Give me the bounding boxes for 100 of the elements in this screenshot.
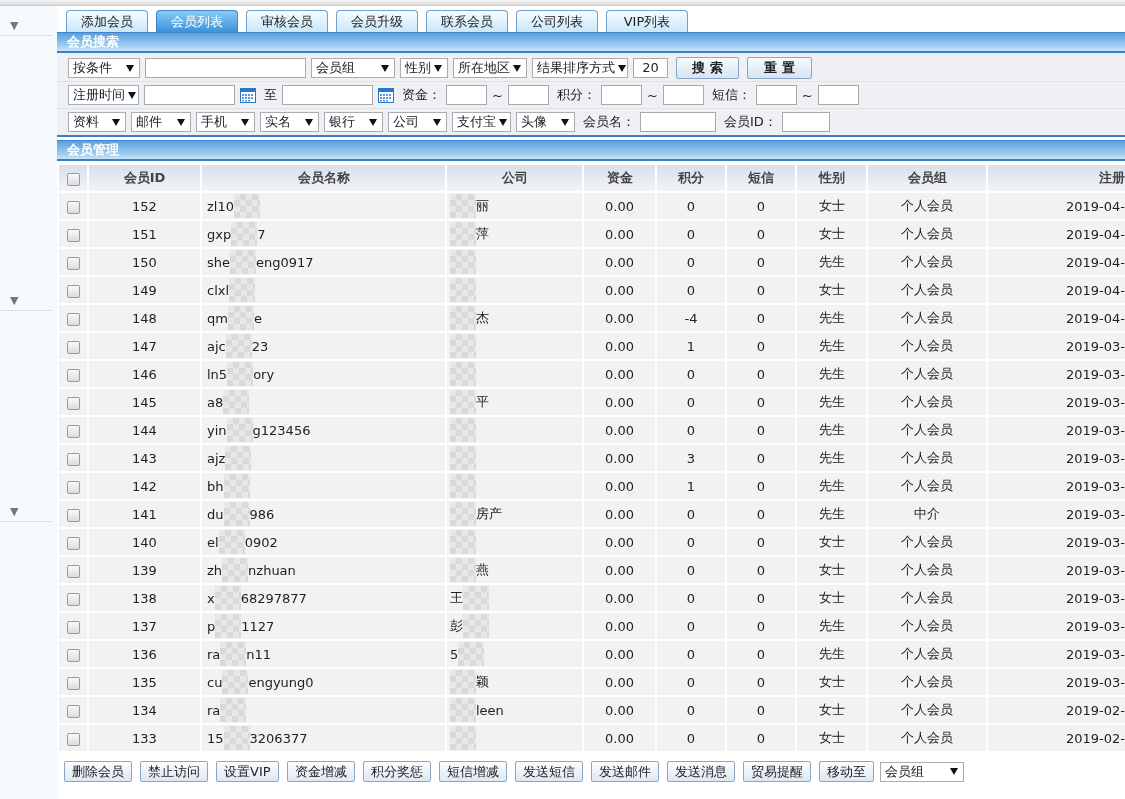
member-name-text: 3206377 [249, 730, 308, 746]
row-checkbox[interactable] [66, 732, 80, 746]
input-field[interactable] [755, 85, 797, 105]
member-name-text: ln5 [207, 366, 228, 382]
table-cell: 0 [726, 360, 796, 388]
row-checkbox[interactable] [66, 592, 80, 606]
form-button[interactable]: 重 置 [747, 57, 812, 79]
action-button[interactable]: 删除会员 [64, 761, 132, 782]
tab[interactable]: 联系会员 [426, 10, 508, 32]
form-button[interactable]: 搜 索 [676, 57, 739, 79]
row-checkbox[interactable] [66, 704, 80, 718]
row-checkbox[interactable] [66, 284, 80, 298]
member-name-text: e [253, 310, 262, 326]
dropdown-select[interactable]: 银行 [324, 112, 383, 132]
action-button[interactable]: 资金增减 [286, 761, 355, 782]
input-field[interactable] [507, 85, 549, 105]
dropdown-select[interactable]: 按条件 [68, 58, 140, 78]
column-header: 资金 [583, 164, 656, 192]
dropdown-select[interactable]: 实名 [260, 112, 319, 132]
action-button[interactable]: 积分奖惩 [362, 761, 431, 782]
dropdown-select[interactable]: 公司 [388, 112, 447, 132]
table-cell: 0.00 [583, 612, 656, 640]
action-button[interactable]: 发送消息 [666, 761, 735, 782]
row-checkbox[interactable] [66, 396, 80, 410]
select-all-checkbox[interactable] [66, 172, 80, 186]
caret-icon [112, 118, 120, 126]
input-field[interactable] [817, 85, 859, 105]
row-checkbox[interactable] [66, 256, 80, 270]
row-checkbox[interactable] [66, 200, 80, 214]
action-button[interactable]: 设置VIP [216, 761, 279, 782]
dropdown-select[interactable]: 性别 [400, 58, 448, 78]
row-checkbox[interactable] [66, 228, 80, 242]
company-text: 房产 [476, 506, 502, 521]
table-cell: 148 [88, 304, 201, 332]
company-text: 平 [476, 394, 489, 409]
tab[interactable]: 会员升级 [336, 10, 418, 32]
row-checkbox[interactable] [66, 508, 80, 522]
row-checkbox[interactable] [66, 424, 80, 438]
table-cell: 140 [88, 528, 201, 556]
row-checkbox[interactable] [66, 564, 80, 578]
column-header: 会员ID [88, 164, 201, 192]
dropdown-select[interactable]: 注册时间 [68, 85, 139, 105]
dropdown-select[interactable]: 会员组 [879, 761, 964, 782]
row-checkbox[interactable] [66, 340, 80, 354]
dropdown-select[interactable]: 支付宝 [452, 112, 511, 132]
calendar-icon[interactable] [240, 87, 256, 103]
input-field[interactable]: 20 [633, 58, 668, 78]
row-checkbox[interactable] [66, 536, 80, 550]
caret-icon[interactable]: ▼ [10, 19, 19, 32]
table-cell: 0 [656, 360, 726, 388]
action-button[interactable]: 移动至 [818, 761, 874, 782]
row-checkbox[interactable] [66, 620, 80, 634]
input-field[interactable] [600, 85, 642, 105]
action-button[interactable]: 发送邮件 [590, 761, 659, 782]
input-field[interactable] [145, 58, 306, 78]
row-checkbox[interactable] [66, 452, 80, 466]
input-field[interactable] [446, 85, 487, 105]
dropdown-select[interactable]: 资料 [68, 112, 126, 132]
row-checkbox[interactable] [66, 480, 80, 494]
table-cell: 0 [726, 472, 796, 500]
input-field[interactable] [662, 85, 704, 105]
action-button[interactable]: 短信增减 [438, 761, 507, 782]
table-cell: 0 [656, 696, 726, 724]
dropdown-select[interactable]: 结果排序方式 [532, 58, 628, 78]
dropdown-select[interactable]: 邮件 [131, 112, 191, 132]
table-cell: 0 [656, 528, 726, 556]
row-checkbox[interactable] [66, 648, 80, 662]
mosaic-block [450, 530, 476, 554]
input-field[interactable] [781, 112, 830, 132]
table-cell: 个人会员 [867, 360, 987, 388]
table-cell: 1 [656, 472, 726, 500]
dropdown-select[interactable]: 所在地区 [453, 58, 527, 78]
row-checkbox[interactable] [66, 368, 80, 382]
mosaic-block [234, 194, 260, 218]
input-field[interactable] [640, 112, 716, 132]
row-checkbox[interactable] [66, 312, 80, 326]
caret-icon[interactable]: ▼ [10, 505, 19, 518]
dropdown-select[interactable]: 头像 [516, 112, 575, 132]
caret-icon [433, 118, 441, 126]
tab[interactable]: 添加会员 [66, 10, 148, 32]
table-cell: 2019-03- [987, 388, 1125, 416]
table-cell: 0.00 [583, 528, 656, 556]
table-cell: 0.00 [583, 192, 656, 220]
input-field[interactable] [144, 85, 235, 105]
dropdown-select[interactable]: 手机 [196, 112, 255, 132]
action-button[interactable]: 发送短信 [514, 761, 583, 782]
row-checkbox[interactable] [66, 676, 80, 690]
caret-icon [618, 64, 626, 72]
input-field[interactable] [282, 85, 373, 105]
tab[interactable]: VIP列表 [606, 10, 688, 32]
tab[interactable]: 审核会员 [246, 10, 328, 32]
calendar-icon[interactable] [378, 87, 394, 103]
table-cell: 136 [88, 640, 201, 668]
dropdown-select[interactable]: 会员组 [311, 58, 395, 78]
caret-icon[interactable]: ▼ [10, 294, 19, 307]
action-button[interactable]: 禁止访问 [140, 761, 208, 782]
action-button[interactable]: 贸易提醒 [742, 761, 811, 782]
tab[interactable]: 公司列表 [516, 10, 598, 32]
caret-icon [241, 118, 249, 126]
field-label: 至 [264, 86, 277, 104]
